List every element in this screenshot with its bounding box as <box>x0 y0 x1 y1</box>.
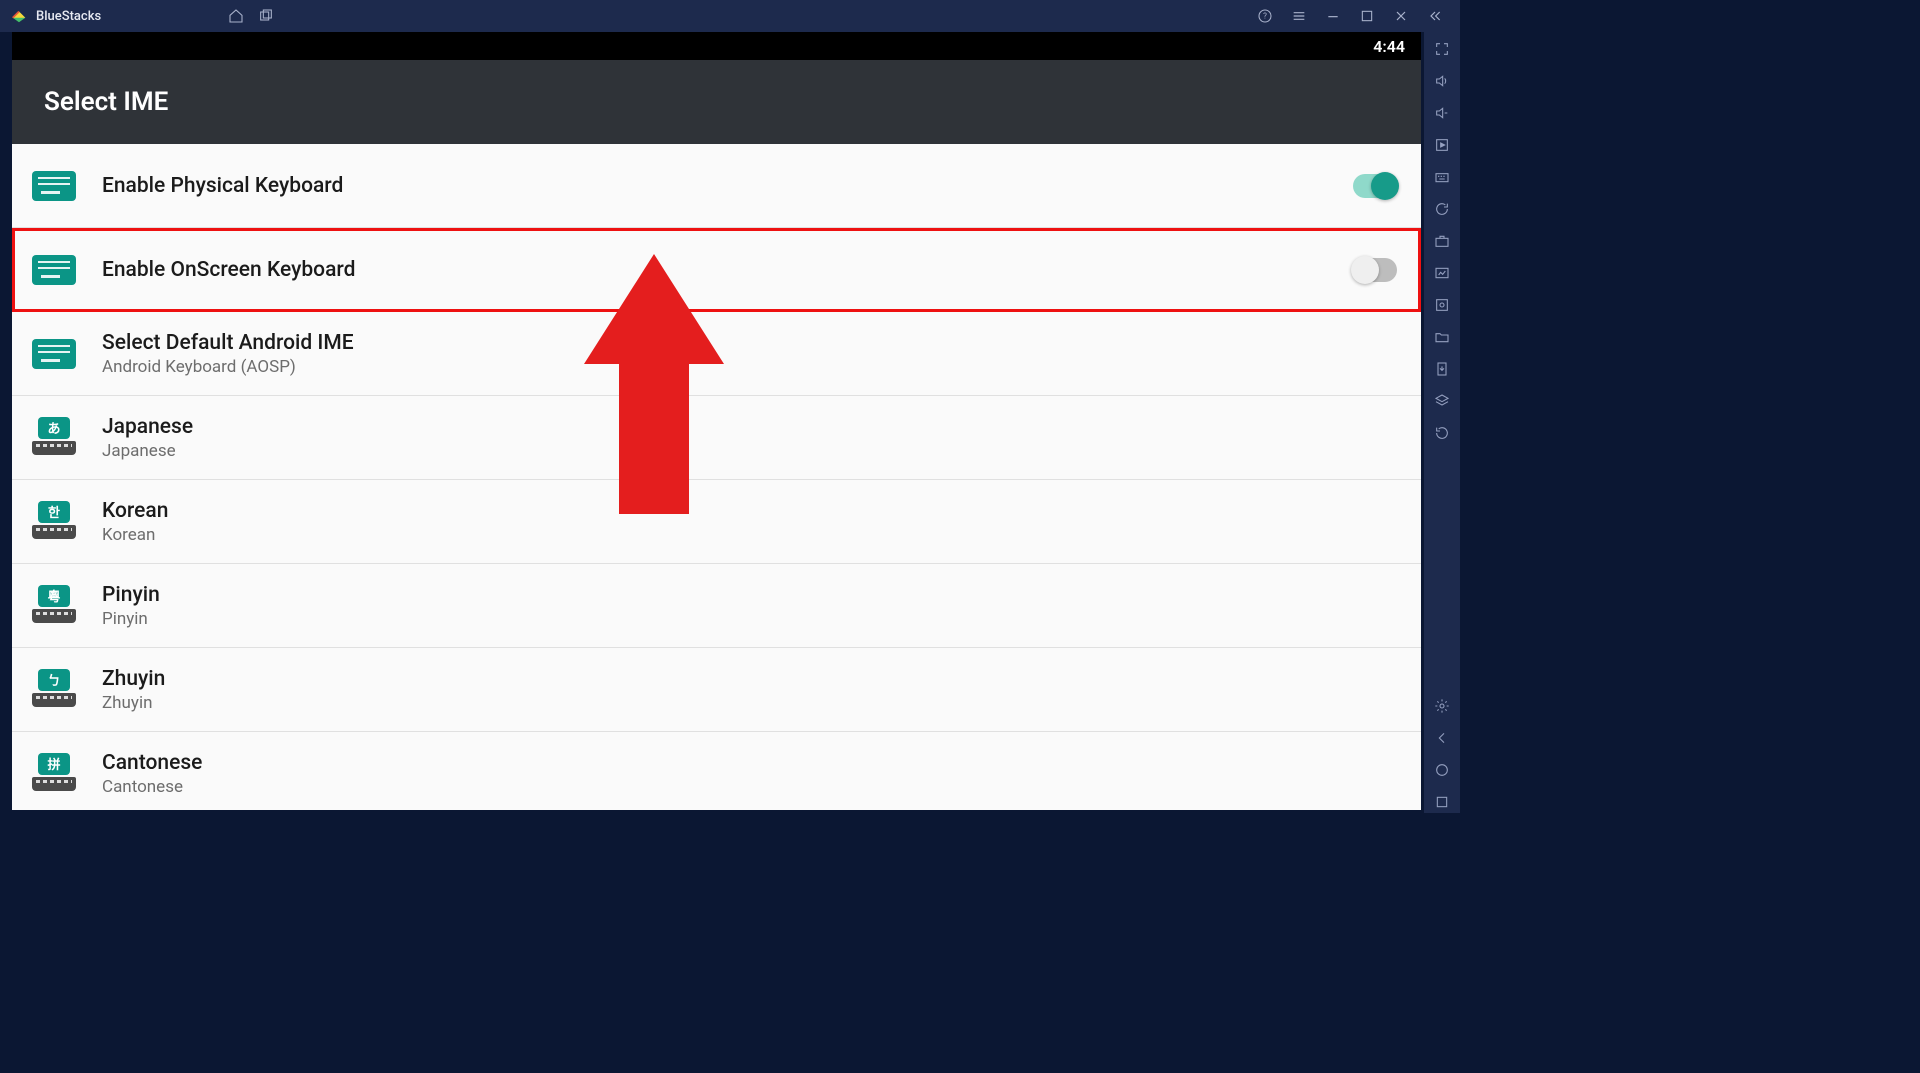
emulator-viewport: 4:44 Select IME Enable Physical Keyboard… <box>12 32 1421 810</box>
home-icon[interactable] <box>225 5 247 27</box>
help-icon[interactable]: ? <box>1254 5 1276 27</box>
ime-keyboard-icon: ㄅ <box>32 668 76 712</box>
android-status-bar: 4:44 <box>12 32 1421 60</box>
ime-keyboard-icon: あ <box>32 416 76 460</box>
setting-primary-label: Enable Physical Keyboard <box>102 174 1353 198</box>
play-square-icon[interactable] <box>1431 134 1453 156</box>
ime-keyboard-icon: 한 <box>32 500 76 544</box>
fullscreen-icon[interactable] <box>1431 38 1453 60</box>
bluestacks-logo-icon <box>10 7 28 25</box>
setting-row-pinyin[interactable]: 粵 PinyinPinyin <box>12 564 1421 648</box>
keyboard-icon <box>32 332 76 376</box>
install-apk-icon[interactable] <box>1431 358 1453 380</box>
keyboard-icon <box>32 164 76 208</box>
volume-down-icon[interactable] <box>1431 102 1453 124</box>
bluestacks-titlebar: BlueStacks ? <box>0 0 1460 32</box>
briefcase-icon[interactable] <box>1431 230 1453 252</box>
rotate-icon[interactable] <box>1431 422 1453 444</box>
setting-primary-label: Japanese <box>102 415 1397 439</box>
setting-row-enable-onscreen[interactable]: Enable OnScreen Keyboard <box>12 228 1421 312</box>
setting-row-korean[interactable]: 한 KoreanKorean <box>12 480 1421 564</box>
setting-primary-label: Select Default Android IME <box>102 331 1397 355</box>
setting-primary-label: Korean <box>102 499 1397 523</box>
setting-row-cantonese[interactable]: 拼 CantoneseCantonese <box>12 732 1421 810</box>
ime-keyboard-icon: 拼 <box>32 752 76 796</box>
maximize-icon[interactable] <box>1356 5 1378 27</box>
setting-primary-label: Pinyin <box>102 583 1397 607</box>
home-circle-icon[interactable] <box>1431 759 1453 781</box>
setting-primary-label: Enable OnScreen Keyboard <box>102 258 1353 282</box>
volume-up-icon[interactable] <box>1431 70 1453 92</box>
toggle-enable-physical[interactable] <box>1353 174 1397 198</box>
folder-icon[interactable] <box>1431 326 1453 348</box>
setting-secondary-label: Cantonese <box>102 777 1397 797</box>
image-adjust-icon[interactable] <box>1431 262 1453 284</box>
settings-list: Enable Physical Keyboard Enable OnScreen … <box>12 144 1421 810</box>
page-title: Select IME <box>12 60 1421 144</box>
recents-icon[interactable] <box>1431 791 1453 813</box>
ime-keyboard-icon: 粵 <box>32 584 76 628</box>
setting-row-enable-physical[interactable]: Enable Physical Keyboard <box>12 144 1421 228</box>
settings-gear-icon[interactable] <box>1431 695 1453 717</box>
setting-secondary-label: Japanese <box>102 441 1397 461</box>
keyboard-icon <box>32 248 76 292</box>
refresh-icon[interactable] <box>1431 198 1453 220</box>
setting-row-zhuyin[interactable]: ㄅ ZhuyinZhuyin <box>12 648 1421 732</box>
multi-window-icon[interactable] <box>255 5 277 27</box>
keyboard-map-icon[interactable] <box>1431 166 1453 188</box>
status-time: 4:44 <box>1373 37 1405 56</box>
setting-primary-label: Cantonese <box>102 751 1397 775</box>
setting-row-japanese[interactable]: あ JapaneseJapanese <box>12 396 1421 480</box>
svg-text:?: ? <box>1263 12 1267 21</box>
setting-primary-label: Zhuyin <box>102 667 1397 691</box>
screenshot-icon[interactable] <box>1431 294 1453 316</box>
setting-secondary-label: Android Keyboard (AOSP) <box>102 357 1397 377</box>
setting-secondary-label: Pinyin <box>102 609 1397 629</box>
setting-secondary-label: Zhuyin <box>102 693 1397 713</box>
layers-icon[interactable] <box>1431 390 1453 412</box>
app-name: BlueStacks <box>36 9 101 24</box>
right-sidebar <box>1424 32 1460 813</box>
back-icon[interactable] <box>1431 727 1453 749</box>
close-icon[interactable] <box>1390 5 1412 27</box>
chevrons-left-icon[interactable] <box>1424 5 1446 27</box>
toggle-enable-onscreen[interactable] <box>1353 258 1397 282</box>
hamburger-icon[interactable] <box>1288 5 1310 27</box>
minimize-icon[interactable] <box>1322 5 1344 27</box>
page-title-text: Select IME <box>44 87 168 117</box>
setting-row-default-ime[interactable]: Select Default Android IMEAndroid Keyboa… <box>12 312 1421 396</box>
setting-secondary-label: Korean <box>102 525 1397 545</box>
